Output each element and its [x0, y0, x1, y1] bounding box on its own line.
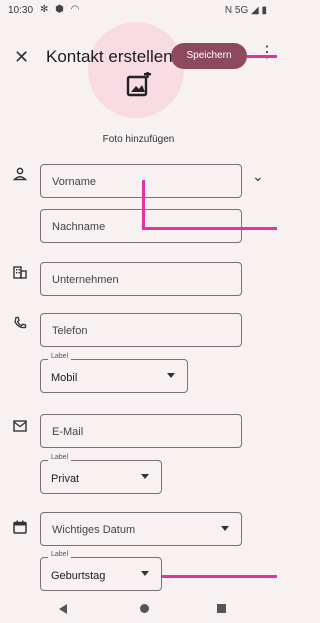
email-field[interactable]: E-Mail [40, 414, 242, 448]
more-options-icon[interactable]: ⋮ [259, 45, 275, 61]
company-building-icon [13, 266, 27, 279]
status-notification-icons: ✻ ⬢ ◠ [40, 4, 82, 15]
company-field[interactable]: Unternehmen [40, 262, 242, 296]
date-label-value: Geburtstag [51, 570, 106, 582]
status-bar: 10:30 ✻ ⬢ ◠ N 5G ◢ ▮ [0, 0, 277, 22]
phone-field[interactable]: Telefon [40, 313, 242, 347]
dropdown-arrow-icon [221, 526, 229, 531]
email-label-value: Privat [51, 473, 80, 485]
save-button[interactable]: Speichern [171, 43, 247, 69]
date-label-caption: Label [48, 551, 72, 558]
person-icon [13, 167, 27, 181]
dropdown-arrow-icon [141, 474, 149, 479]
app-bar: ✕ Kontakt erstellen Speichern ⋮ [0, 40, 277, 76]
status-signal-battery: N 5G ◢ ▮ [224, 5, 267, 16]
email-icon [13, 420, 27, 432]
annotation-line-name-vertical [142, 180, 145, 230]
annotation-line-save [247, 55, 277, 58]
back-nav-icon[interactable] [59, 604, 67, 614]
add-photo-label[interactable]: Foto hinzufügen [0, 134, 277, 145]
dropdown-arrow-icon [141, 571, 149, 576]
last-name-field[interactable]: Nachname [40, 209, 242, 243]
email-label-caption: Label [48, 454, 72, 461]
phone-label-value: Mobil [51, 372, 78, 384]
annotation-line-date-label [162, 575, 277, 578]
date-label-dropdown[interactable]: Label Geburtstag [40, 551, 162, 591]
calendar-icon [13, 520, 27, 534]
dropdown-arrow-icon [167, 373, 175, 378]
expand-name-chevron-icon[interactable]: ⌄ [252, 168, 264, 185]
page-title: Kontakt erstellen [46, 47, 173, 66]
home-nav-icon[interactable] [140, 604, 149, 613]
phone-label-caption: Label [48, 353, 72, 360]
system-nav-bar [0, 596, 277, 623]
status-time: 10:30 [8, 5, 34, 16]
first-name-field[interactable]: Vorname [40, 164, 242, 198]
important-date-dropdown[interactable]: Wichtiges Datum [40, 512, 242, 546]
email-label-dropdown[interactable]: Label Privat [40, 454, 162, 494]
phone-label-dropdown[interactable]: Label Mobil [40, 353, 188, 393]
annotation-line-name-horizontal [142, 227, 277, 230]
recents-nav-icon[interactable] [217, 604, 226, 613]
close-icon[interactable]: ✕ [14, 48, 29, 66]
phone-icon [14, 316, 27, 329]
